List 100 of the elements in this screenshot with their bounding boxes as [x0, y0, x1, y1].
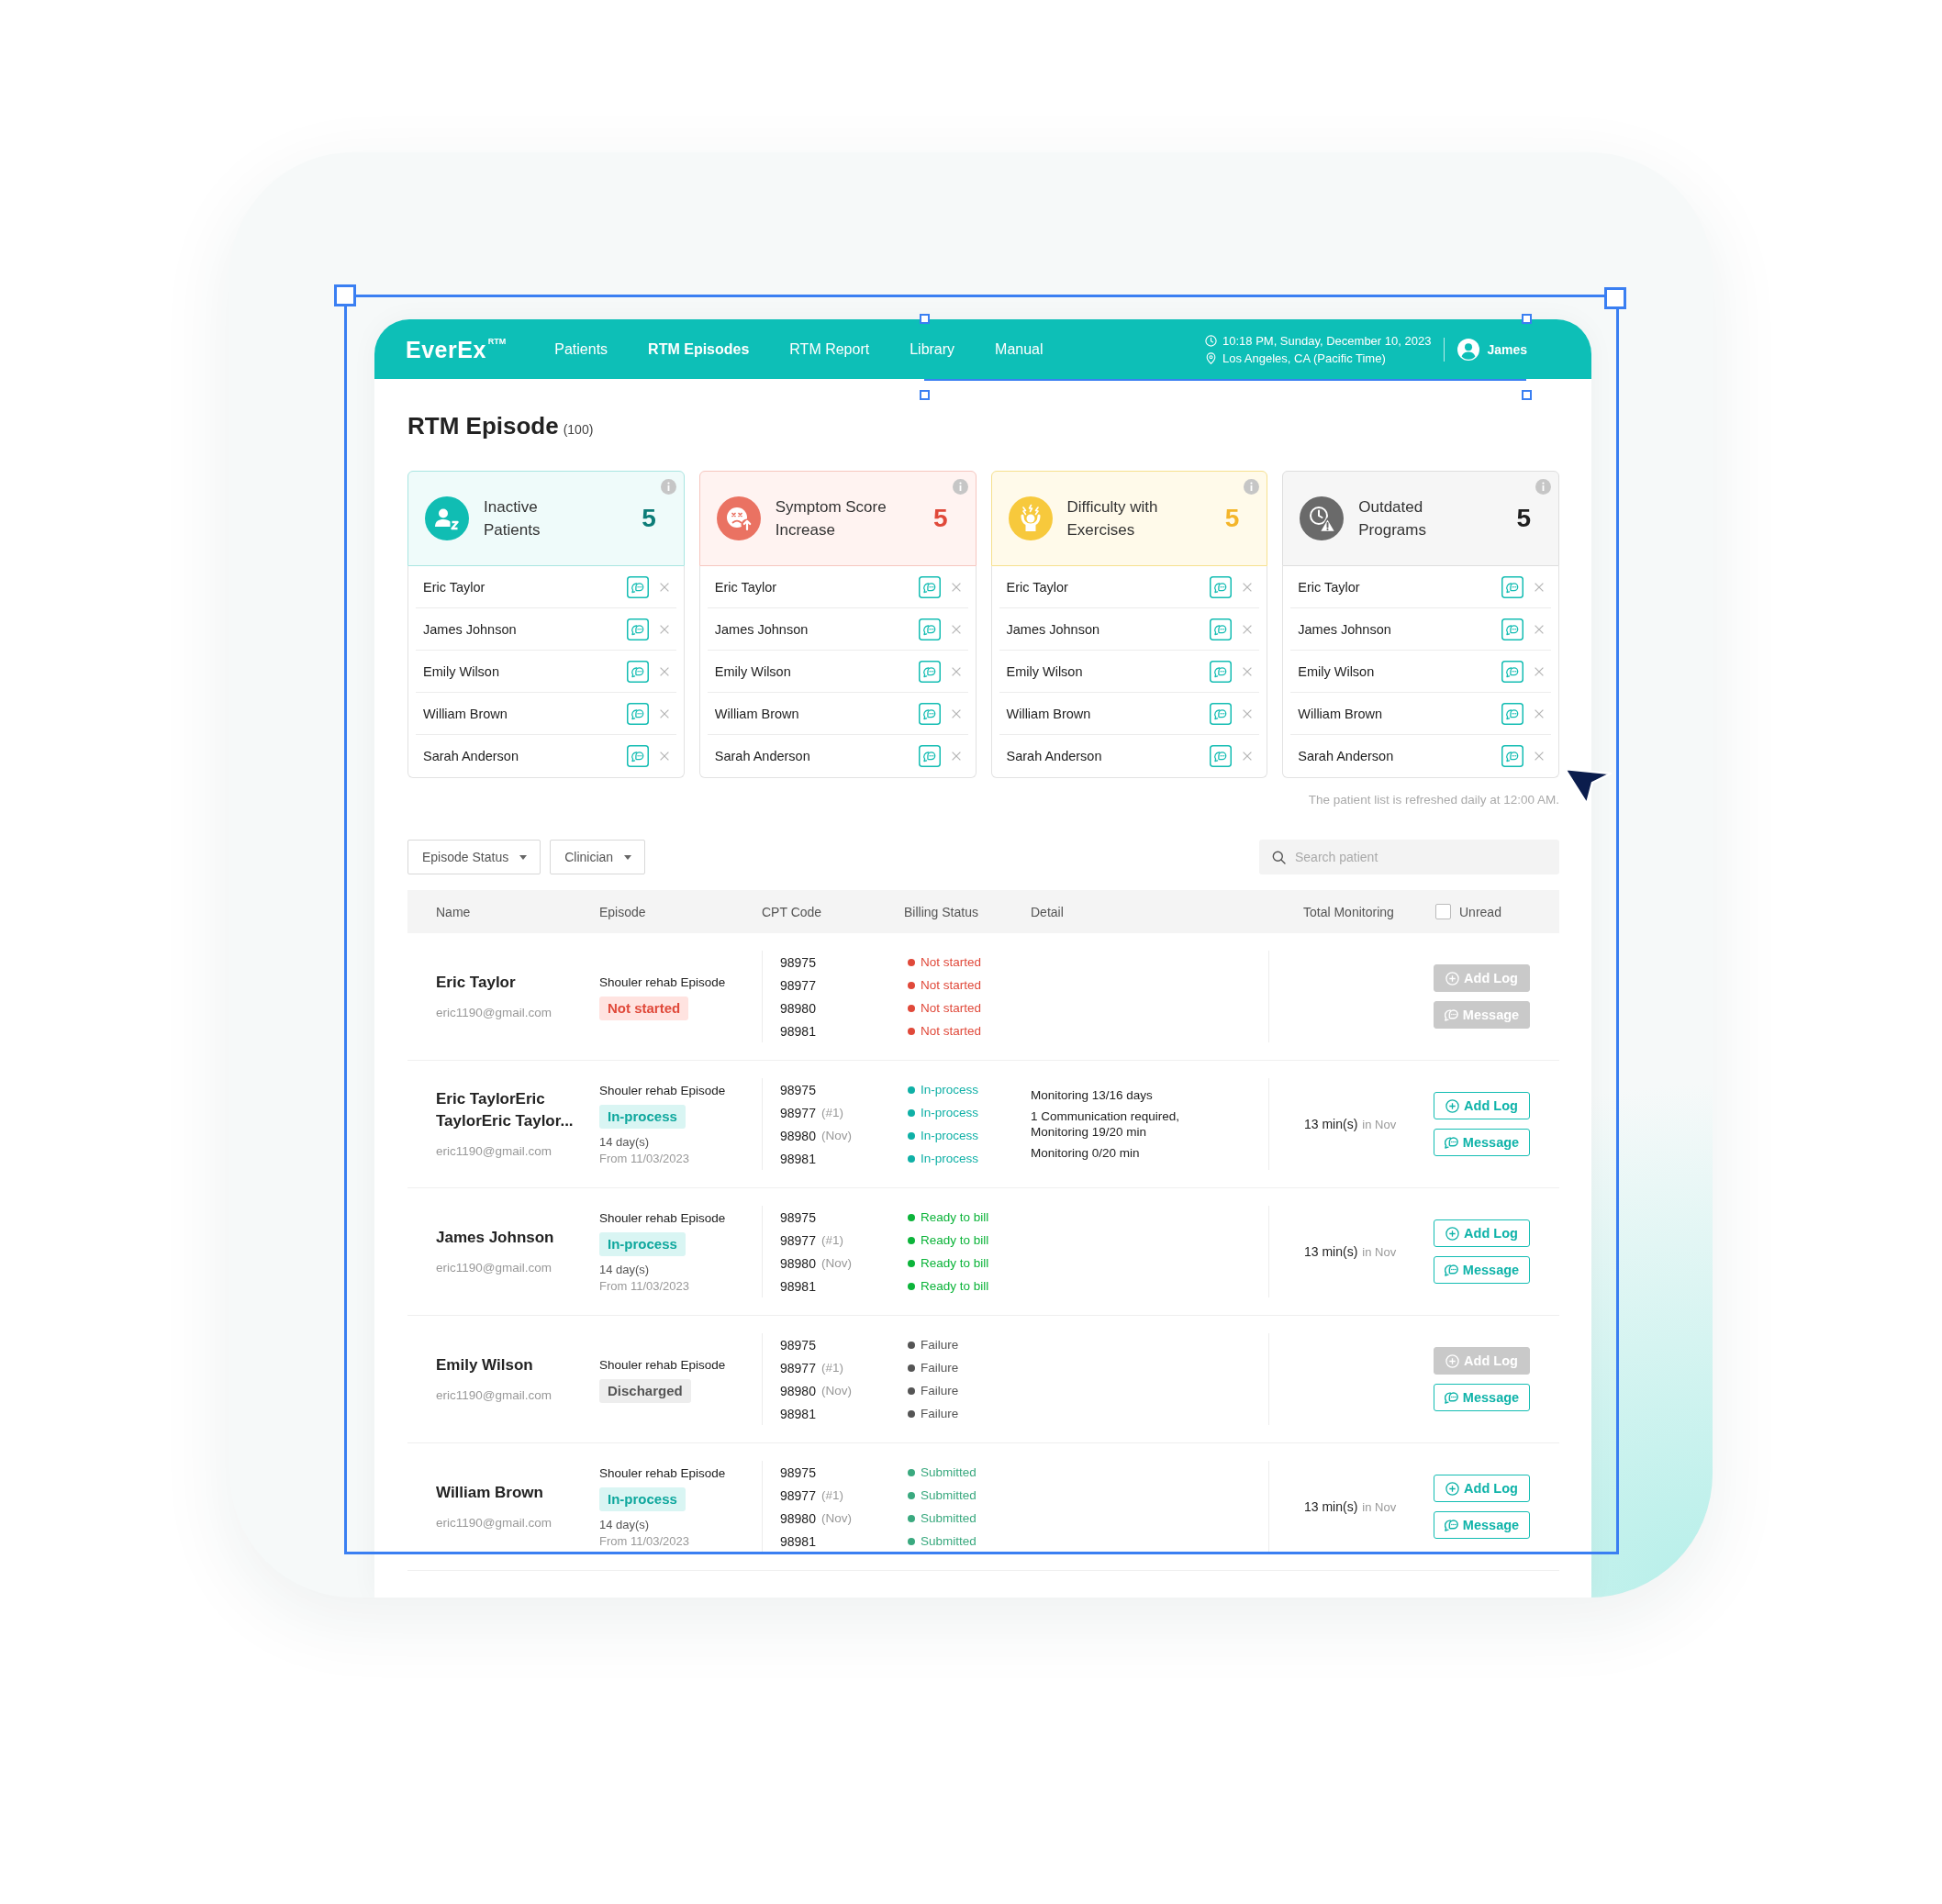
alert-card-title: Difficulty with Exercises — [1066, 497, 1158, 540]
message-icon[interactable] — [918, 575, 941, 598]
episode-status-tag: In-process — [599, 1486, 686, 1511]
patient-name[interactable]: Emily Wilson — [423, 663, 499, 679]
cpt-code: 98975 — [780, 1337, 816, 1353]
close-icon[interactable] — [659, 666, 669, 676]
status-dot-icon — [908, 1108, 915, 1117]
close-icon[interactable] — [1243, 582, 1253, 592]
alert-card-title: Outdated Programs — [1358, 497, 1426, 540]
patient-name[interactable]: William Brown — [1298, 706, 1383, 721]
episode-name: Shouler rehab Episode — [599, 1464, 726, 1482]
billing-status: Ready to bill — [921, 1233, 989, 1247]
cpt-code: 98975 — [780, 1464, 816, 1480]
patient-name[interactable]: Eric Taylor — [714, 579, 777, 595]
close-icon[interactable] — [1535, 708, 1544, 718]
info-icon[interactable] — [952, 479, 968, 495]
close-icon[interactable] — [659, 582, 669, 592]
message-icon[interactable] — [1501, 618, 1523, 640]
billing-status: Submitted — [921, 1511, 977, 1525]
message-icon[interactable] — [918, 660, 941, 683]
patient-name[interactable]: Eric Taylor — [1006, 579, 1068, 595]
patient-name[interactable]: James Johnson — [1298, 621, 1391, 637]
message-icon[interactable] — [626, 618, 649, 640]
close-icon[interactable] — [659, 708, 669, 718]
info-icon[interactable] — [1244, 479, 1260, 495]
message-icon[interactable] — [1501, 702, 1523, 725]
patient-name[interactable]: James Johnson — [1006, 621, 1100, 637]
detail-text: Monitoring 13/16 days — [1031, 1087, 1153, 1103]
chat-icon — [1444, 1390, 1458, 1405]
billing-status: Failure — [921, 1407, 959, 1420]
patient-name[interactable]: James Johnson — [714, 621, 809, 637]
status-dot-icon — [908, 1537, 915, 1545]
close-icon[interactable] — [1535, 666, 1544, 676]
close-icon[interactable] — [1243, 624, 1253, 634]
patient-name[interactable]: William Brown — [714, 706, 799, 721]
status-dot-icon — [908, 1364, 915, 1372]
message-icon[interactable] — [1210, 745, 1233, 767]
message-icon[interactable] — [1501, 575, 1523, 598]
message-icon[interactable] — [626, 575, 649, 598]
patient-name[interactable]: James Johnson — [436, 1227, 554, 1249]
close-icon[interactable] — [659, 624, 669, 634]
episode-start-date: From 11/03/2023 — [599, 1532, 690, 1550]
patient-name[interactable]: William Brown — [423, 706, 508, 721]
message-icon[interactable] — [626, 745, 649, 767]
plus-circle-icon — [1445, 1481, 1460, 1496]
status-dot-icon — [908, 958, 915, 966]
message-icon[interactable] — [918, 745, 941, 767]
close-icon[interactable] — [1535, 582, 1544, 592]
message-icon[interactable] — [918, 702, 941, 725]
close-icon[interactable] — [1243, 752, 1253, 761]
info-icon[interactable] — [1535, 479, 1551, 495]
close-icon[interactable] — [951, 708, 961, 718]
message-icon[interactable] — [626, 702, 649, 725]
message-icon[interactable] — [1210, 702, 1233, 725]
patient-name[interactable]: Sarah Anderson — [423, 749, 519, 763]
patient-name[interactable]: Emily Wilson — [436, 1354, 533, 1376]
close-icon[interactable] — [951, 624, 961, 634]
filter-dropdown[interactable]: Clinician — [550, 840, 646, 874]
cpt-code: 98981 — [780, 1151, 816, 1166]
monitoring-period: in Nov — [1362, 1499, 1397, 1514]
close-icon[interactable] — [1243, 708, 1253, 718]
chat-icon — [1444, 1263, 1458, 1277]
billing-status: In-process — [921, 1152, 979, 1165]
patient-name[interactable]: Eric Taylor — [423, 579, 486, 595]
message-icon[interactable] — [1501, 745, 1523, 767]
patient-name[interactable]: Emily Wilson — [1006, 663, 1083, 679]
cpt-code: 98981 — [780, 1533, 816, 1549]
episode-duration: 14 day(s) — [599, 1133, 650, 1151]
episode-count: (100) — [563, 422, 594, 437]
close-icon[interactable] — [951, 752, 961, 761]
patient-name[interactable]: Sarah Anderson — [1006, 749, 1102, 763]
message-icon[interactable] — [1210, 575, 1233, 598]
patient-name[interactable]: Eric Taylor — [436, 972, 516, 994]
patient-name[interactable]: William Brown — [436, 1482, 543, 1504]
patient-name[interactable]: Eric TaylorEric TaylorEric Taylor... — [436, 1088, 588, 1132]
message-icon[interactable] — [1210, 618, 1233, 640]
patient-name[interactable]: Emily Wilson — [714, 663, 791, 679]
episode-start-date: From 11/03/2023 — [599, 1277, 690, 1295]
message-icon[interactable] — [1501, 660, 1523, 683]
patient-name[interactable]: James Johnson — [423, 621, 517, 637]
close-icon[interactable] — [659, 752, 669, 761]
patient-email: eric1190@gmail.com — [436, 1143, 552, 1160]
column-header: Detail — [1031, 904, 1064, 919]
patient-name[interactable]: Emily Wilson — [1298, 663, 1375, 679]
patient-name[interactable]: Sarah Anderson — [1298, 749, 1394, 763]
close-icon[interactable] — [951, 582, 961, 592]
close-icon[interactable] — [1535, 752, 1544, 761]
patient-name[interactable]: William Brown — [1006, 706, 1091, 721]
patient-name[interactable]: Eric Taylor — [1298, 579, 1360, 595]
close-icon[interactable] — [1535, 624, 1544, 634]
close-icon[interactable] — [951, 666, 961, 676]
patient-name[interactable]: Sarah Anderson — [714, 749, 810, 763]
unread-checkbox[interactable] — [1435, 904, 1451, 919]
close-icon[interactable] — [1243, 666, 1253, 676]
billing-status: Failure — [921, 1338, 959, 1352]
message-icon[interactable] — [918, 618, 941, 640]
message-icon[interactable] — [626, 660, 649, 683]
filter-dropdown[interactable]: Episode Status — [407, 840, 541, 874]
search-field[interactable]: Search patient — [1259, 840, 1559, 874]
message-icon[interactable] — [1210, 660, 1233, 683]
